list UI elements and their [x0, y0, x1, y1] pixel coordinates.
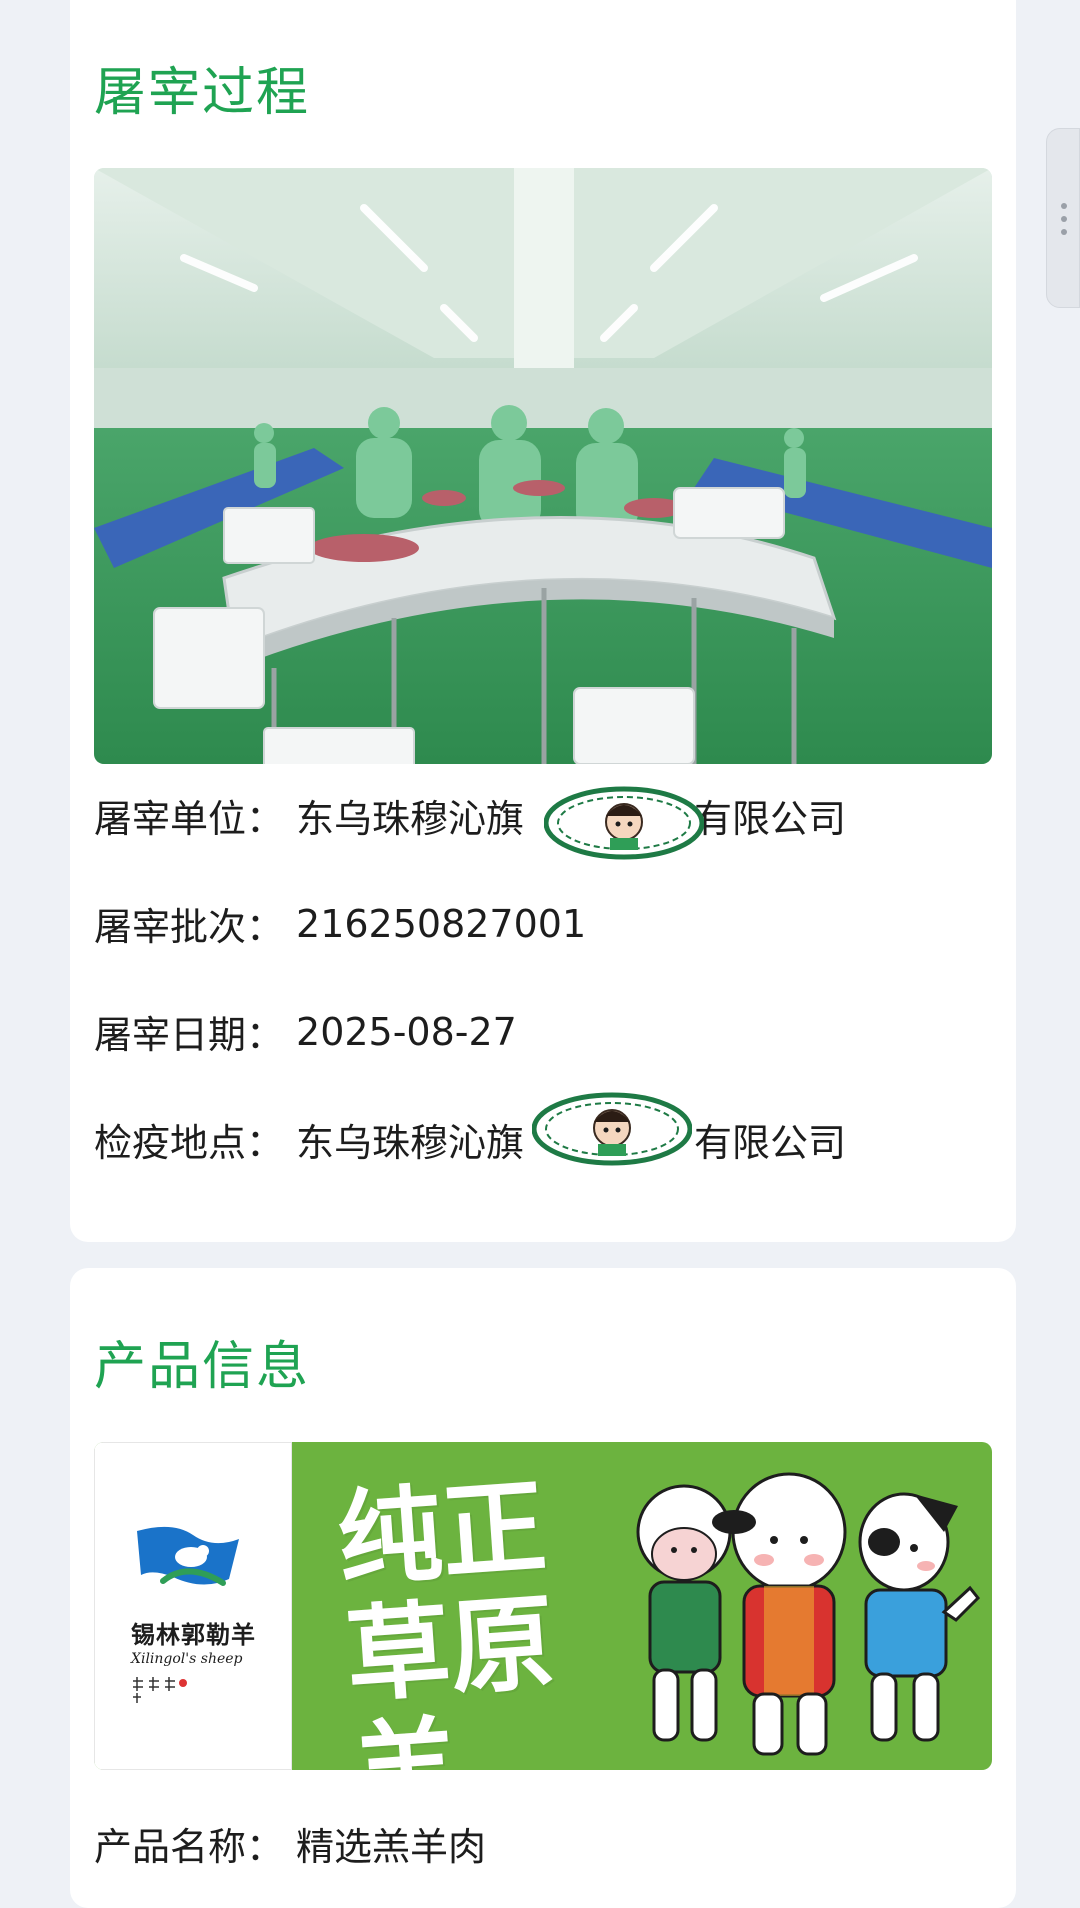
- info-value: 精选羔羊肉: [296, 1825, 487, 1869]
- info-label: 屠宰单位：: [94, 797, 285, 841]
- info-label: 屠宰批次：: [94, 905, 285, 949]
- handle-dot: [1061, 229, 1067, 235]
- info-row-batch: 屠宰批次： 216250827001: [94, 896, 586, 951]
- sheep-logo-icon: [137, 1526, 239, 1586]
- info-row-slaughter-unit: 屠宰单位： 东乌珠穆沁旗 有限公司: [94, 788, 846, 843]
- drag-handle-icon[interactable]: [1046, 128, 1080, 308]
- handle-dot: [1061, 203, 1067, 209]
- handle-dot: [1061, 216, 1067, 222]
- section-title-product: 产品信息: [94, 1337, 311, 1397]
- brand-english-name: Xilingol's sheep: [131, 1651, 243, 1667]
- info-value: 2025-08-27: [296, 1009, 517, 1054]
- info-value-suffix: 有限公司: [694, 797, 847, 841]
- seal-icon: [133, 1677, 187, 1703]
- info-value: 东乌珠穆沁旗: [296, 797, 525, 841]
- mascot-stamp-icon: [532, 1092, 692, 1166]
- sheep-mascots-icon: [636, 1472, 981, 1756]
- info-value: 东乌珠穆沁旗: [296, 1121, 525, 1165]
- info-row-quarantine-location: 检疫地点： 东乌珠穆沁旗 有限公司: [94, 1112, 846, 1167]
- info-label: 检疫地点：: [94, 1121, 285, 1165]
- slaughter-card: 屠宰过程 屠宰单位： 东乌珠穆沁旗 有限公司 屠宰批次： 21625082700…: [70, 0, 1016, 1242]
- info-value: 216250827001: [296, 901, 587, 946]
- product-banner: 锡林郭勒羊 Xilingol's sheep 纯正 草原羊: [94, 1442, 992, 1770]
- factory-photo: [94, 168, 992, 764]
- info-label: 产品名称：: [94, 1825, 285, 1869]
- slogan: 纯正 草原羊: [333, 1464, 559, 1770]
- info-label: 屠宰日期：: [94, 1013, 285, 1057]
- brand-panel: 锡林郭勒羊 Xilingol's sheep: [94, 1442, 292, 1770]
- brand-name: 锡林郭勒羊: [131, 1621, 256, 1649]
- product-card: 产品信息 锡林郭勒羊 Xilingol's sheep 纯正 草原羊 产品名称：…: [70, 1268, 1016, 1908]
- mascot-stamp-icon: [544, 786, 704, 860]
- section-title-slaughter: 屠宰过程: [94, 63, 311, 123]
- info-value-suffix: 有限公司: [694, 1121, 847, 1165]
- info-row-date: 屠宰日期： 2025-08-27: [94, 1004, 517, 1059]
- info-row-product-name: 产品名称： 精选羔羊肉: [94, 1816, 486, 1871]
